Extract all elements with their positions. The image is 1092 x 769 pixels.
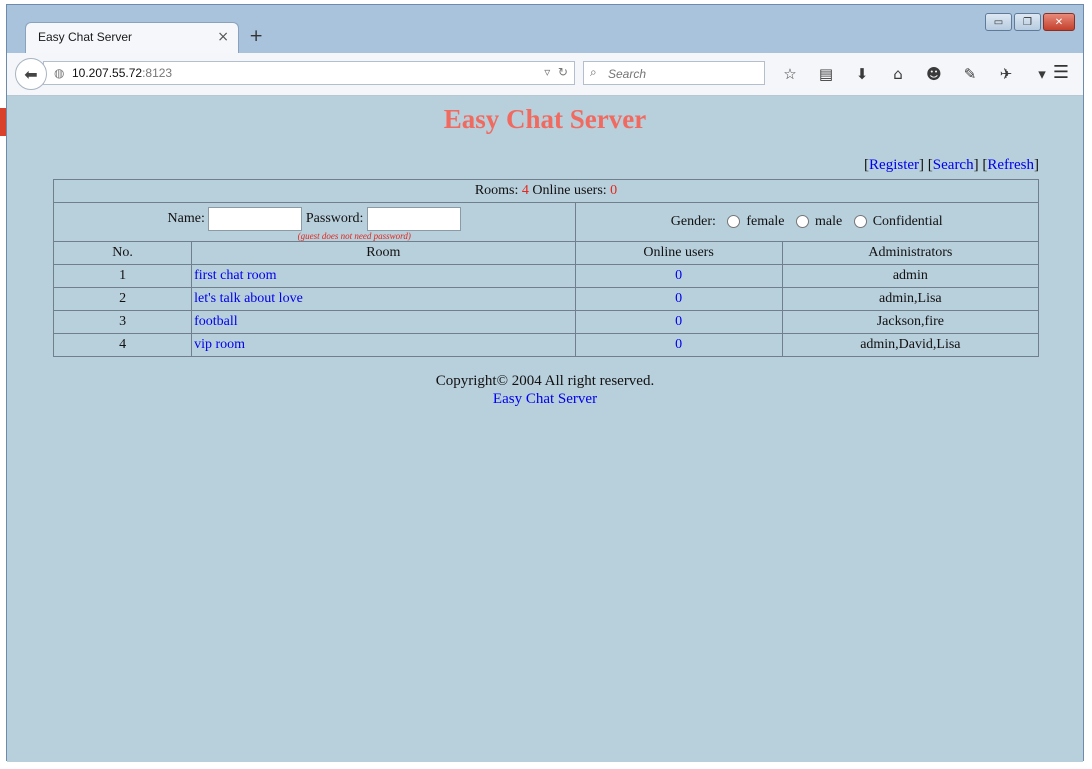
reload-icon[interactable]: ▿ ↻ (544, 65, 568, 79)
maximize-icon: ❐ (1023, 16, 1032, 28)
room-number: 3 (52, 310, 193, 334)
name-input[interactable] (208, 206, 303, 231)
globe-icon: ◍ (54, 66, 65, 80)
footer-home-link[interactable]: Easy Chat Server (7, 390, 1083, 408)
room-link[interactable]: let's talk about love (191, 287, 576, 311)
footer: Copyright© 2004 All right reserved. Easy… (7, 372, 1083, 408)
search-bar[interactable]: ⌕ (583, 61, 765, 85)
column-header-online-users: Online users (574, 241, 783, 265)
stats-cell: Rooms: 4 Online users: 0 (53, 179, 1039, 203)
url-host: 10.207.55.72 (72, 66, 143, 80)
guest-hint: (guest does not need password) (297, 230, 411, 241)
screenshot-icon[interactable]: ✎ (957, 62, 983, 86)
room-link[interactable]: first chat room (191, 264, 576, 288)
tab-title: Easy Chat Server (38, 30, 133, 44)
tab-close-icon[interactable]: × (217, 29, 229, 45)
top-links: [Register] [Search] [Refresh] (864, 157, 1039, 173)
maximize-button[interactable]: ❐ (1014, 13, 1041, 31)
gender-label: Gender: (670, 214, 716, 229)
copyright-text: Copyright© 2004 All right reserved. (435, 373, 655, 389)
login-row: Name: Password: (guest does not need pas… (53, 202, 1039, 242)
close-button[interactable]: ✕ (1043, 13, 1075, 31)
room-admins: Jackson,fire (781, 310, 1040, 334)
online-users-count: 0 (610, 183, 618, 198)
reading-list-icon[interactable]: ▤ (813, 62, 839, 86)
room-admins: admin (781, 264, 1040, 288)
gender-male-label: male (814, 214, 843, 229)
online-users-label: Online users: (532, 183, 607, 198)
address-bar[interactable]: ◍ 10.207.55.72:8123 ▿ ↻ (43, 61, 575, 85)
hamburger-menu-icon[interactable]: ☰ (1053, 62, 1069, 83)
table-row: 3 football 0 Jackson,fire (52, 310, 1040, 334)
minimize-button[interactable]: ▭ (985, 13, 1012, 31)
rooms-count: 4 (521, 183, 529, 198)
register-link[interactable]: Register (869, 157, 919, 173)
table-row: 1 first chat room 0 admin (52, 264, 1040, 288)
room-admins: admin,Lisa (781, 287, 1040, 311)
room-link[interactable]: vip room (191, 333, 576, 357)
navigation-toolbar: ◍ 10.207.55.72:8123 ▿ ↻ ⬅ ⌕ ☆ ▤ ⬇ ⌂ ☻ ✎ … (7, 53, 1083, 96)
room-number: 2 (52, 287, 193, 311)
header-row: No. Room Online users Administrators (52, 241, 1040, 265)
gender-confidential-radio[interactable] (853, 215, 867, 229)
room-online-count[interactable]: 0 (574, 287, 783, 311)
room-admins: admin,David,Lisa (781, 333, 1040, 357)
page-content: Easy Chat Server [Register] [Search] [Re… (7, 96, 1083, 762)
gender-female-radio[interactable] (727, 215, 741, 229)
page-title: Easy Chat Server (443, 104, 647, 134)
gender-cell: Gender: female male Confidential (574, 202, 1039, 242)
new-tab-icon[interactable]: + (249, 26, 263, 46)
room-online-count[interactable]: 0 (574, 310, 783, 334)
browser-window: Easy Chat Server × + ▭ ❐ ✕ ◍ 10.207.55.7… (6, 4, 1084, 762)
extension-icon[interactable]: ✈ (993, 62, 1019, 86)
bookmark-star-icon[interactable]: ☆ (777, 62, 803, 86)
download-icon[interactable]: ⬇ (849, 62, 875, 86)
url-text[interactable]: 10.207.55.72:8123 (72, 66, 172, 80)
home-icon[interactable]: ⌂ (885, 62, 911, 86)
room-number: 1 (52, 264, 193, 288)
title-bar: Easy Chat Server × + ▭ ❐ ✕ (7, 5, 1083, 53)
url-port: :8123 (142, 66, 173, 80)
room-online-count[interactable]: 0 (574, 333, 783, 357)
login-cell: Name: Password: (guest does not need pas… (53, 202, 576, 242)
gender-confidential-label: Confidential (872, 214, 943, 229)
desktop-background-right (1084, 0, 1092, 769)
room-link[interactable]: football (191, 310, 576, 334)
password-label: Password: (305, 210, 364, 226)
refresh-link[interactable]: Refresh (987, 157, 1034, 173)
table-row: 4 vip room 0 admin,David,Lisa (52, 333, 1040, 357)
window-controls: ▭ ❐ ✕ (985, 13, 1075, 31)
rooms-table: Rooms: 4 Online users: 0 Name: Password:… (52, 179, 1040, 357)
back-button[interactable]: ⬅ (15, 58, 47, 90)
name-label: Name: (167, 210, 205, 226)
chat-icon[interactable]: ☻ (921, 62, 947, 86)
column-header-administrators: Administrators (781, 241, 1040, 265)
chevron-down-icon[interactable]: ▾ (1029, 62, 1055, 86)
toolbar-icons: ☆ ▤ ⬇ ⌂ ☻ ✎ ✈ ▾ (777, 62, 1055, 86)
rooms-label: Rooms: (474, 183, 519, 198)
browser-tab[interactable]: Easy Chat Server × (25, 22, 239, 53)
table-row: 2 let's talk about love 0 admin,Lisa (52, 287, 1040, 311)
gender-female-label: female (746, 214, 785, 229)
room-online-count[interactable]: 0 (574, 264, 783, 288)
back-arrow-icon: ⬅ (24, 64, 38, 84)
column-header-room: Room (191, 241, 576, 265)
search-icon: ⌕ (590, 65, 597, 79)
password-input[interactable] (366, 206, 461, 231)
search-link[interactable]: Search (933, 157, 974, 173)
search-input[interactable] (606, 64, 760, 84)
minimize-icon: ▭ (993, 16, 1004, 28)
column-header-no: No. (52, 241, 193, 265)
stats-row: Rooms: 4 Online users: 0 (53, 179, 1039, 203)
gender-male-radio[interactable] (795, 215, 809, 229)
close-icon: ✕ (1054, 16, 1064, 28)
room-number: 4 (52, 333, 193, 357)
